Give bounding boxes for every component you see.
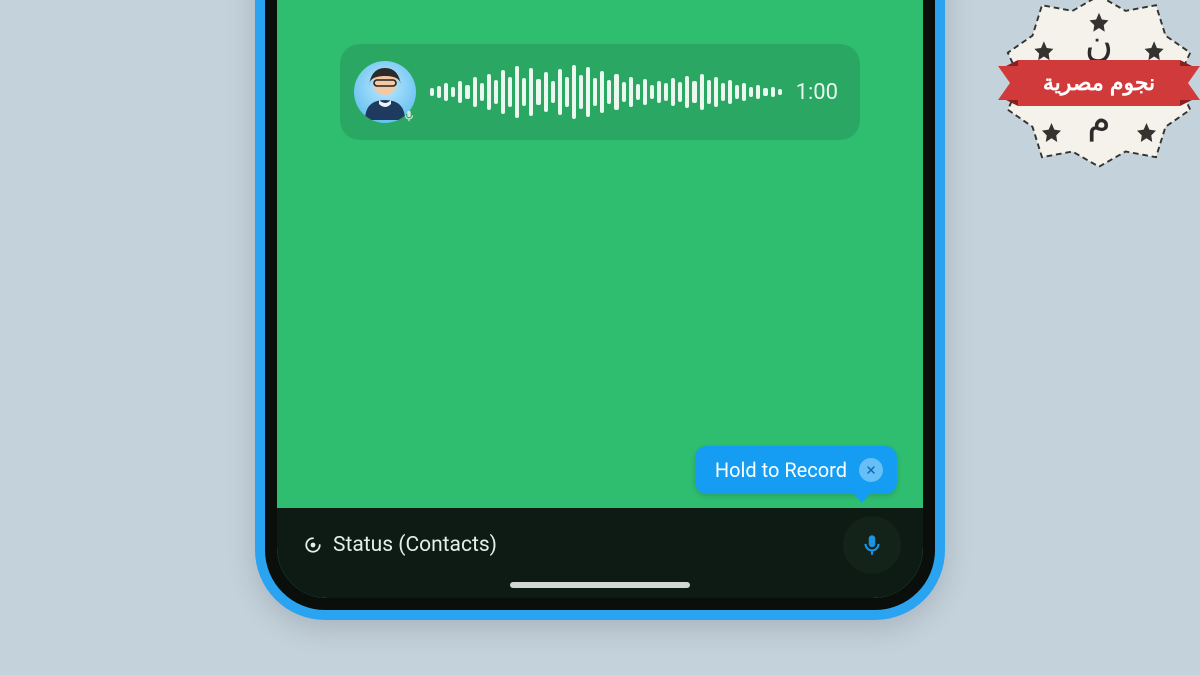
waveform-bar: [657, 81, 661, 103]
waveform-bar: [778, 89, 782, 95]
waveform-bar: [572, 65, 576, 119]
waveform-bar: [487, 74, 491, 110]
status-label: Status (Contacts): [333, 533, 497, 557]
tooltip-label: Hold to Record: [715, 458, 847, 482]
waveform-bar: [714, 77, 718, 107]
waveform-bar: [579, 75, 583, 109]
waveform-bar: [536, 79, 540, 105]
waveform-bar: [728, 80, 732, 104]
waveform-bar: [692, 81, 696, 103]
waveform-bar: [614, 74, 618, 110]
phone-bezel: 1:00 Hold to Record Status (Contacts): [265, 0, 935, 610]
waveform-bar: [508, 77, 512, 107]
waveform-bar: [622, 82, 626, 102]
waveform-bar: [480, 83, 484, 101]
waveform-bar: [700, 74, 704, 110]
voice-duration: 1:00: [796, 80, 838, 105]
waveform-bar: [763, 88, 767, 96]
mic-icon: [859, 532, 885, 558]
hold-to-record-tooltip: Hold to Record: [695, 446, 897, 494]
waveform-bar: [565, 77, 569, 107]
waveform-bar: [771, 87, 775, 97]
waveform-bar: [430, 88, 434, 96]
logo-ribbon-text: نجوم مصرية: [1043, 70, 1155, 96]
waveform[interactable]: [430, 62, 782, 122]
waveform-bar: [551, 81, 555, 103]
waveform-bar: [473, 77, 477, 107]
waveform-bar: [444, 83, 448, 101]
record-mic-button[interactable]: [843, 516, 901, 574]
waveform-bar: [756, 85, 760, 99]
waveform-bar: [650, 85, 654, 99]
waveform-bar: [465, 85, 469, 99]
waveform-bar: [742, 83, 746, 101]
waveform-bar: [515, 66, 519, 118]
waveform-bar: [629, 77, 633, 107]
waveform-bar: [600, 71, 604, 113]
waveform-bar: [707, 80, 711, 104]
waveform-bar: [558, 69, 562, 115]
waveform-bar: [494, 80, 498, 104]
bottom-bar: Status (Contacts): [277, 508, 923, 598]
status-selector[interactable]: Status (Contacts): [303, 533, 497, 557]
voice-message-bubble[interactable]: 1:00: [340, 44, 860, 140]
waveform-bar: [458, 81, 462, 103]
waveform-bar: [501, 70, 505, 114]
waveform-bar: [607, 80, 611, 104]
waveform-bar: [451, 87, 455, 97]
screen: 1:00 Hold to Record Status (Contacts): [277, 0, 923, 598]
close-icon: [865, 464, 877, 476]
waveform-bar: [586, 67, 590, 117]
logo-ribbon: نجوم مصرية: [998, 60, 1200, 106]
waveform-bar: [593, 78, 597, 106]
waveform-bar: [735, 85, 739, 99]
avatar-mic-badge-icon: [400, 107, 418, 125]
phone-frame: 1:00 Hold to Record Status (Contacts): [255, 0, 945, 620]
waveform-bar: [544, 72, 548, 112]
waveform-bar: [749, 87, 753, 97]
avatar-wrap: [354, 61, 416, 123]
waveform-bar: [529, 68, 533, 116]
waveform-bar: [721, 83, 725, 101]
waveform-bar: [636, 84, 640, 100]
waveform-bar: [685, 76, 689, 108]
status-ring-icon: [303, 535, 323, 555]
chat-area: 1:00 Hold to Record: [277, 0, 923, 508]
waveform-bar: [522, 78, 526, 106]
waveform-bar: [664, 83, 668, 101]
waveform-bar: [678, 82, 682, 102]
waveform-bar: [437, 86, 441, 98]
site-logo-badge: ن م نجوم مصرية: [1004, 0, 1194, 180]
waveform-bar: [671, 78, 675, 106]
tooltip-close-button[interactable]: [859, 458, 883, 482]
waveform-bar: [643, 79, 647, 105]
home-indicator[interactable]: [510, 582, 690, 588]
